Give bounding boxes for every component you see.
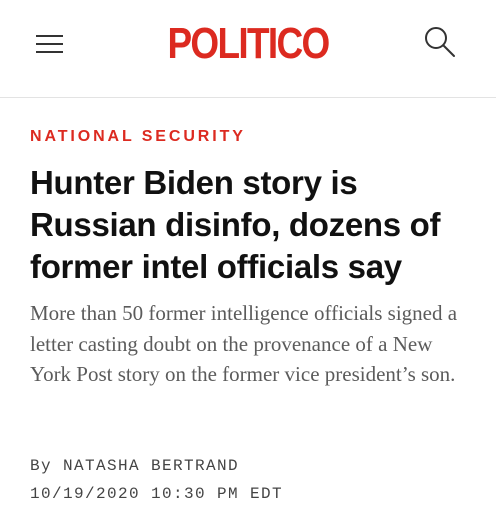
author-link[interactable]: NATASHA BERTRAND (63, 457, 239, 475)
hamburger-menu-icon[interactable] (36, 34, 64, 56)
politico-logo[interactable]: POLITICO (162, 22, 333, 66)
menu-line (36, 43, 63, 45)
search-icon-graphic (425, 27, 455, 57)
article-page: POLITICO NATIONAL SECURITY Hunter Biden … (0, 0, 496, 517)
article-dek: More than 50 former intelligence officia… (30, 301, 458, 386)
menu-line (36, 35, 63, 37)
byline: By NATASHA BERTRAND (30, 456, 239, 476)
search-icon[interactable] (424, 26, 456, 58)
article-headline: Hunter Biden story is Russian disinfo, d… (30, 164, 441, 285)
menu-line (36, 51, 63, 53)
section-label[interactable]: NATIONAL SECURITY (30, 127, 246, 147)
publish-timestamp: 10/19/2020 10:30 PM EDT (30, 485, 284, 503)
byline-prefix: By (30, 457, 53, 475)
top-navigation-bar: POLITICO (0, 0, 496, 98)
